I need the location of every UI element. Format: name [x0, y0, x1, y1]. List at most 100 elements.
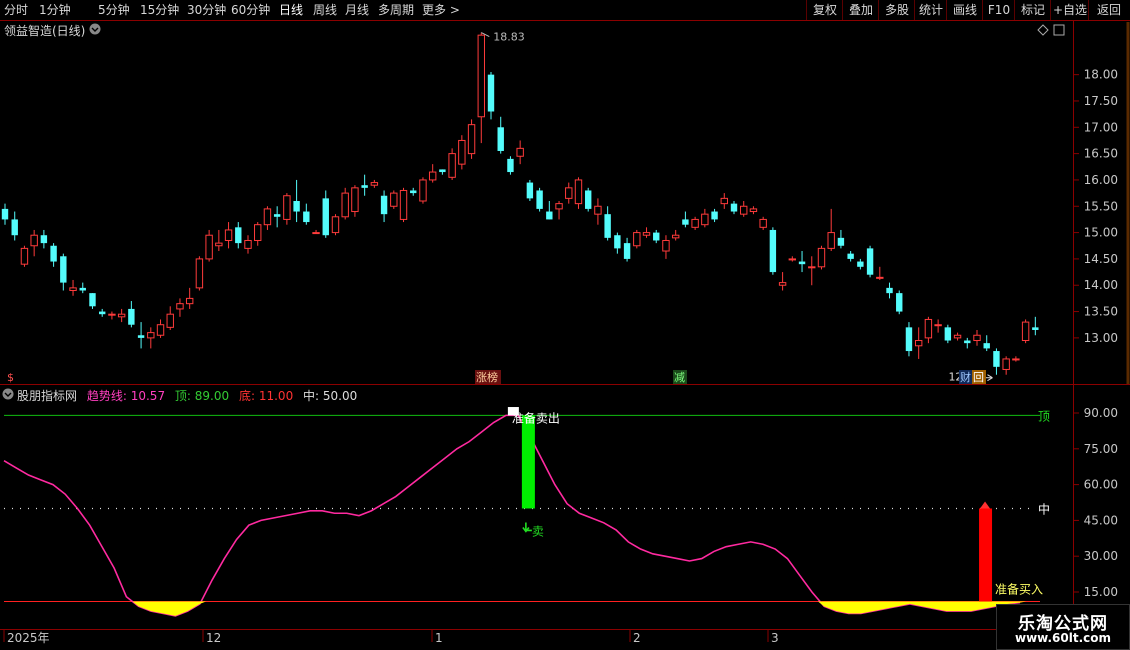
candle-body-41 [399, 189, 408, 220]
candle-body-75 [730, 203, 738, 212]
candle-4 [40, 229, 48, 249]
price-tick-label-0: 18.00 [1084, 68, 1118, 82]
indicator-axis: 90.00 75.00 60.00 45.00 30.00 15.00 [1074, 406, 1118, 599]
signal-bars: 准备卖出卖准备买入 [507, 407, 1043, 602]
date-label-4: 3 [771, 631, 779, 645]
mid-value: 50.00 [322, 389, 358, 403]
candle-84 [817, 245, 826, 270]
candle-92 [896, 290, 903, 315]
candle-body-99 [964, 340, 971, 344]
candle-59 [574, 177, 583, 209]
candle-body-38 [370, 182, 379, 186]
candle-body-43 [419, 179, 427, 202]
price-tick-label-6: 15.00 [1084, 226, 1118, 240]
candle-body-100 [973, 334, 981, 342]
bottom-value: 11.00 [258, 389, 294, 403]
ind-tick-label-0: 90.00 [1084, 406, 1118, 420]
trend-label: 趋势线: [86, 389, 127, 403]
buy-arrow-icon [980, 501, 991, 509]
sell-bar [521, 415, 535, 509]
candle-body-103 [1002, 358, 1010, 370]
candle-body-55 [536, 190, 543, 209]
candle-body-15 [147, 332, 155, 339]
candle-30 [293, 179, 300, 223]
square-icon[interactable] [1053, 24, 1065, 36]
candle-82 [798, 251, 806, 273]
candle-body-34 [331, 216, 340, 234]
candle-104 [1012, 356, 1020, 362]
candle-32 [312, 229, 320, 235]
diamond-icon[interactable] [1037, 24, 1049, 36]
candle-body-92 [896, 293, 903, 312]
indicator-settings-icon[interactable] [2, 388, 14, 400]
candle-body-86 [837, 237, 845, 246]
candle-24 [235, 222, 242, 249]
candle-97 [944, 324, 952, 344]
candle-6 [60, 253, 67, 291]
candle-body-98 [953, 334, 962, 339]
candle-3 [30, 229, 38, 257]
price-tick-label-8: 14.00 [1084, 278, 1118, 292]
candle-body-30 [293, 201, 300, 212]
candle-body-17 [166, 313, 174, 328]
candle-28 [273, 206, 281, 228]
bottom-fill [132, 601, 1027, 616]
candle-body-97 [944, 327, 952, 341]
candle-102 [993, 348, 1000, 375]
candle-body-84 [817, 247, 826, 268]
candle-body-51 [497, 127, 504, 151]
candle-body-33 [322, 198, 329, 236]
candle-29 [283, 193, 291, 225]
price-axis: 18.00 17.50 17.00 16.50 16.00 15.50 15.00 14.50… [1074, 68, 1118, 345]
candle-99 [964, 337, 971, 349]
event-marker-2: 减 [674, 371, 685, 384]
candle-73 [711, 208, 718, 223]
candle-body-106 [1032, 327, 1039, 330]
candle-body-88 [857, 261, 864, 267]
candle-22 [215, 229, 223, 252]
candle-body-16 [156, 324, 165, 336]
candle-body-77 [749, 208, 758, 213]
top-value: 89.00 [194, 389, 230, 403]
trend-line [3, 414, 1021, 617]
candle-body-89 [866, 248, 874, 275]
sell-arrow-icon [522, 522, 532, 533]
candle-46 [448, 148, 456, 180]
candle-33 [322, 190, 329, 238]
candle-body-22 [215, 242, 223, 247]
price-tick-label-1: 17.50 [1084, 94, 1118, 108]
candle-21 [205, 229, 213, 262]
candle-96 [934, 319, 942, 333]
candle-body-44 [428, 171, 437, 181]
buy-bar [979, 508, 993, 602]
event-marker-0: $ [7, 371, 14, 384]
candle-body-25 [244, 239, 252, 249]
candle-body-39 [380, 195, 388, 215]
candle-14 [137, 322, 145, 349]
candle-17 [166, 306, 174, 330]
watermark-url: www.60lt.com [1014, 631, 1112, 645]
candle-100 [973, 329, 981, 346]
candle-38 [370, 179, 379, 188]
indicator-title-row: 股朋指标网 趋势线: 10.57 顶: 89.00 底: 11.00 中: 50… [17, 387, 357, 404]
candle-77 [749, 206, 758, 215]
candle-body-70 [682, 219, 689, 225]
candle-body-80 [778, 282, 787, 286]
buy-prep-label: 准备买入 [995, 583, 1043, 597]
candle-body-56 [546, 211, 553, 220]
candle-27 [263, 206, 272, 230]
candle-34 [331, 214, 340, 236]
candle-19 [185, 287, 194, 309]
candle-26 [254, 222, 262, 246]
price-tick-label-4: 16.00 [1084, 173, 1118, 187]
main-settings-icon[interactable] [89, 23, 101, 35]
candle-body-69 [671, 234, 680, 239]
candle-31 [303, 203, 310, 225]
candle-body-95 [924, 318, 933, 339]
candle-body-81 [788, 258, 797, 261]
candle-8 [79, 282, 86, 294]
candle-94 [914, 327, 923, 359]
candle-16 [156, 319, 165, 338]
candle-67 [653, 229, 660, 244]
candle-body-5 [50, 245, 57, 262]
